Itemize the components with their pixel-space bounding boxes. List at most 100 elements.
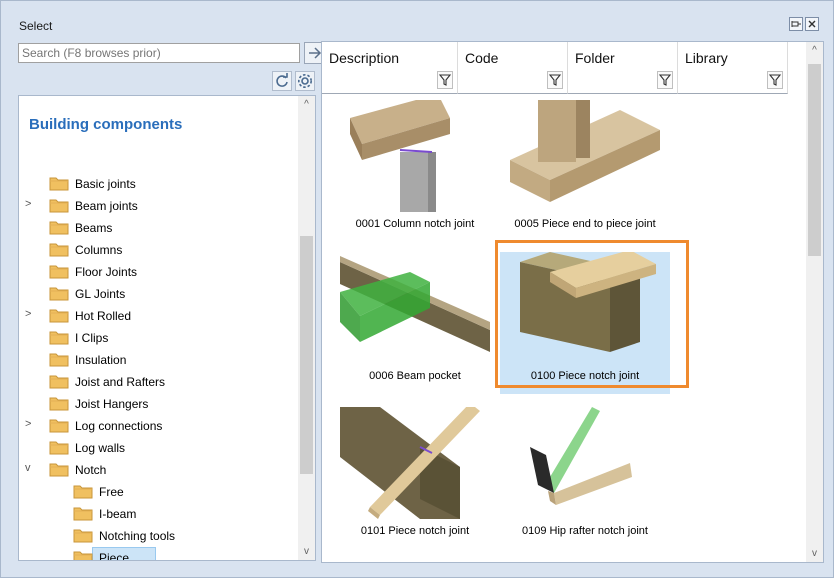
expander-icon[interactable] bbox=[25, 220, 39, 236]
folder-icon bbox=[49, 197, 69, 213]
column-header[interactable]: Folder bbox=[568, 42, 678, 94]
expander-icon[interactable] bbox=[25, 330, 39, 346]
gallery-item[interactable]: 0005 Piece end to piece joint bbox=[500, 100, 670, 242]
piece-end-thumbnail bbox=[510, 100, 660, 212]
filter-icon[interactable] bbox=[547, 71, 563, 89]
tree-item-label: Floor Joints bbox=[75, 265, 138, 279]
tree-item-label: I Clips bbox=[75, 331, 109, 345]
tree-item[interactable]: Floor Joints bbox=[19, 261, 299, 283]
expander-icon[interactable] bbox=[25, 440, 39, 456]
folder-tree: Building components Basic joints > Beam jo… bbox=[18, 95, 316, 561]
tree-item[interactable]: Free bbox=[19, 481, 299, 503]
column-header[interactable]: Description bbox=[322, 42, 458, 94]
expander-icon[interactable]: > bbox=[25, 418, 39, 434]
scroll-down-icon[interactable]: v bbox=[806, 545, 823, 562]
column-header[interactable]: Library bbox=[678, 42, 788, 94]
gallery-item[interactable]: 0006 Beam pocket bbox=[330, 252, 500, 394]
refresh-icon bbox=[276, 73, 288, 87]
folder-icon bbox=[49, 439, 69, 455]
tree-item[interactable]: GL Joints bbox=[19, 283, 299, 305]
gallery-item[interactable]: 0101 Piece notch joint bbox=[330, 403, 500, 549]
expander-icon[interactable]: v bbox=[25, 462, 39, 478]
column-header[interactable]: Code bbox=[458, 42, 568, 94]
folder-icon bbox=[49, 219, 69, 235]
folder-icon bbox=[49, 395, 69, 411]
filter-icon[interactable] bbox=[767, 71, 783, 89]
gallery-item-caption: 0005 Piece end to piece joint bbox=[514, 218, 656, 230]
pin-icon[interactable] bbox=[789, 17, 803, 31]
folder-icon bbox=[49, 373, 69, 389]
settings-button[interactable] bbox=[295, 71, 315, 91]
tree-item-label: Insulation bbox=[75, 353, 127, 367]
close-icon[interactable] bbox=[805, 17, 819, 31]
gallery-item-caption: 0101 Piece notch joint bbox=[360, 525, 470, 537]
expander-icon[interactable] bbox=[25, 242, 39, 258]
expander-icon[interactable] bbox=[49, 506, 63, 522]
scroll-thumb[interactable] bbox=[808, 64, 821, 256]
expander-icon[interactable] bbox=[25, 374, 39, 390]
selection-frame bbox=[495, 240, 689, 388]
refresh-button[interactable] bbox=[272, 71, 292, 91]
folder-icon bbox=[73, 505, 93, 521]
tree-item[interactable]: I Clips bbox=[19, 327, 299, 349]
title-bar: Select bbox=[2, 2, 832, 33]
tree-item[interactable]: > Hot Rolled bbox=[19, 305, 299, 327]
tree-item[interactable]: Insulation bbox=[19, 349, 299, 371]
expander-icon[interactable] bbox=[25, 352, 39, 368]
tree-item[interactable]: Log walls bbox=[19, 437, 299, 459]
expander-icon[interactable] bbox=[25, 176, 39, 192]
tree-item-label: Log walls bbox=[75, 441, 126, 455]
tree-scrollbar[interactable]: ^ v bbox=[298, 96, 315, 560]
expander-icon[interactable] bbox=[25, 286, 39, 302]
tree-item[interactable]: Joist and Rafters bbox=[19, 371, 299, 393]
tree-item[interactable]: v Notch bbox=[19, 459, 299, 481]
scroll-down-icon[interactable]: v bbox=[298, 543, 315, 560]
gallery-item-caption: 0001 Column notch joint bbox=[355, 218, 475, 230]
gear-icon bbox=[298, 74, 312, 88]
left-panel: Building components Basic joints > Beam jo… bbox=[11, 35, 326, 565]
expander-icon[interactable]: > bbox=[25, 308, 39, 324]
scroll-up-icon[interactable]: ^ bbox=[298, 96, 315, 113]
tree-item[interactable]: Joist Hangers bbox=[19, 393, 299, 415]
search-box[interactable] bbox=[18, 43, 300, 63]
expander-icon[interactable] bbox=[49, 484, 63, 500]
tree-item-label: Free bbox=[99, 485, 124, 499]
results-panel: Description Code Folder Library 0001 Column… bbox=[321, 41, 824, 563]
results-scrollbar[interactable]: ^ v bbox=[806, 42, 823, 562]
tree-item[interactable]: Basic joints bbox=[19, 173, 299, 195]
expander-icon[interactable] bbox=[49, 550, 63, 560]
tree-item[interactable]: > Log connections bbox=[19, 415, 299, 437]
search-input[interactable] bbox=[19, 44, 299, 62]
gallery-item[interactable]: 0001 Column notch joint bbox=[330, 94, 500, 242]
folder-icon bbox=[49, 461, 69, 477]
filter-icon[interactable] bbox=[657, 71, 673, 89]
tree-item-label: Notch bbox=[75, 463, 107, 477]
scroll-up-icon[interactable]: ^ bbox=[806, 42, 823, 59]
expander-icon[interactable]: > bbox=[25, 198, 39, 214]
tree-heading: Building components bbox=[29, 116, 183, 133]
gallery-item[interactable]: 0109 Hip rafter notch joint bbox=[500, 407, 670, 549]
tree-item[interactable]: Notching tools bbox=[19, 525, 299, 547]
tree-item-label: Log connections bbox=[75, 419, 163, 433]
tree-item[interactable]: Columns bbox=[19, 239, 299, 261]
piece-notch-cross-thumbnail bbox=[340, 403, 490, 519]
column-label: Folder bbox=[575, 50, 615, 66]
expander-icon[interactable] bbox=[25, 396, 39, 412]
tree-item-label: Basic joints bbox=[75, 177, 136, 191]
tree-item[interactable]: Piece bbox=[19, 547, 299, 560]
folder-icon bbox=[49, 285, 69, 301]
select-window: Select Building components Basic joints >… bbox=[0, 0, 834, 578]
tree-item-label: Beams bbox=[75, 221, 113, 235]
tree-item[interactable]: Beams bbox=[19, 217, 299, 239]
tree-item-label: Columns bbox=[75, 243, 123, 257]
tree-item[interactable]: > Beam joints bbox=[19, 195, 299, 217]
tree-item-label: GL Joints bbox=[75, 287, 126, 301]
scroll-thumb[interactable] bbox=[300, 236, 313, 474]
expander-icon[interactable] bbox=[25, 264, 39, 280]
filter-icon[interactable] bbox=[437, 71, 453, 89]
folder-icon bbox=[49, 241, 69, 257]
expander-icon[interactable] bbox=[49, 528, 63, 544]
beam-pocket-thumbnail bbox=[340, 252, 490, 364]
tree-item[interactable]: I-beam bbox=[19, 503, 299, 525]
column-label: Library bbox=[685, 50, 728, 66]
